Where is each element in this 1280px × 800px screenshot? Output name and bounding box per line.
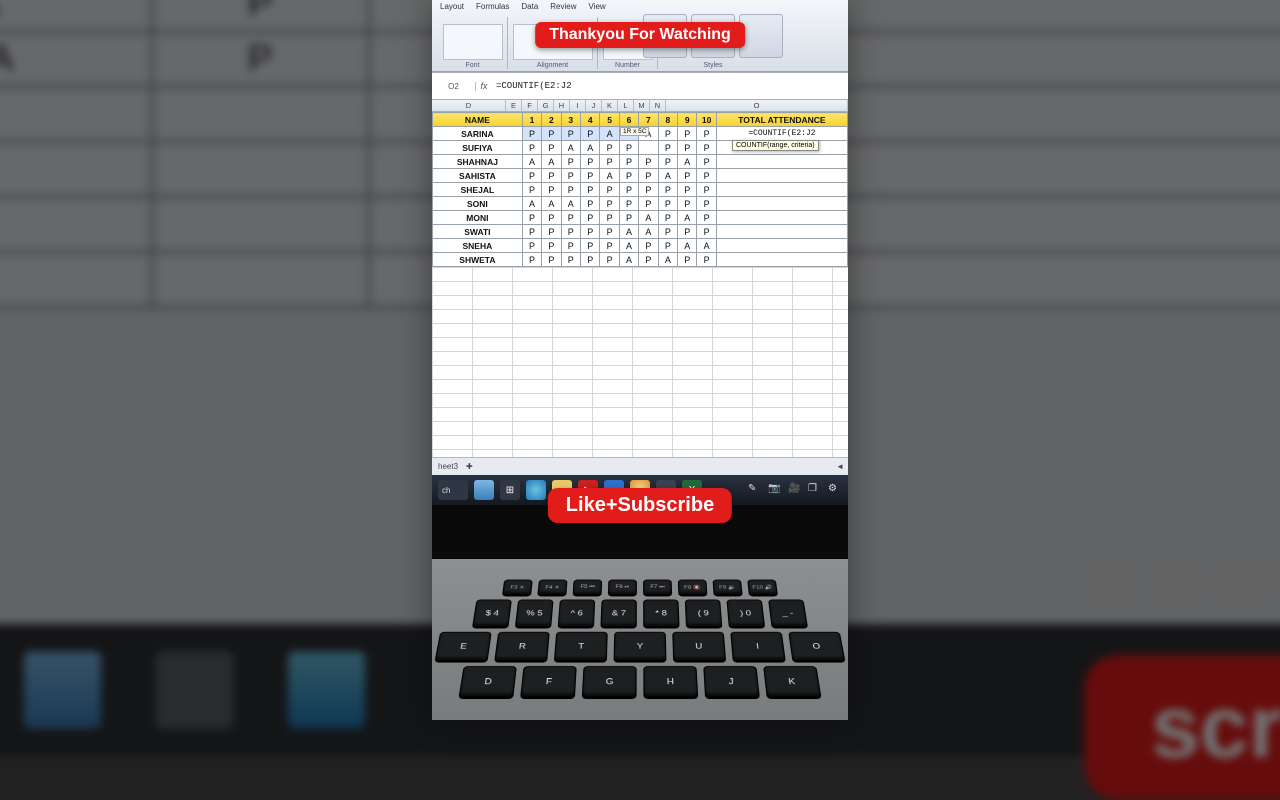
group-font: Font <box>465 62 479 69</box>
group-styles: Styles <box>703 62 722 69</box>
tab-review[interactable]: Review <box>550 2 576 11</box>
fx-icon[interactable]: fx <box>476 81 492 91</box>
empty-grid-area[interactable] <box>432 267 848 457</box>
tray-settings-icon[interactable]: ⚙ <box>828 483 842 497</box>
ribbon-tabs[interactable]: Layout Formulas Data Review View <box>440 2 606 11</box>
laptop-keyboard: F3 ☀F4 ☀F5 ⏮F6 ⏯F7 ⏭F8 🔇F9 🔉F10 🔊 $ 4% 5… <box>432 559 848 720</box>
tab-formulas[interactable]: Formulas <box>476 2 509 11</box>
tray-camera-icon[interactable]: 📷 <box>768 483 782 497</box>
header-row: NAME 1 2 3 4 5 6 7 8 9 10 TOTAL ATTENDAN… <box>433 113 848 127</box>
function-tooltip: COUNTIF(range, criteria) <box>732 140 819 151</box>
taskbar-tray[interactable]: ✎ 📷 🎥 ❐ ⚙ <box>748 483 842 497</box>
table-row[interactable]: SHEJAL PPPPPPPPPP <box>433 183 848 197</box>
table-row[interactable]: SHAHNAJ AAPPPPPPAP <box>433 155 848 169</box>
tray-windows-icon[interactable]: ❐ <box>808 483 822 497</box>
name-box[interactable]: O2 <box>432 82 476 91</box>
group-alignment: Alignment <box>537 62 568 69</box>
hscroll-left[interactable]: ◄ <box>836 462 844 471</box>
taskbar-edge-icon[interactable] <box>526 480 546 500</box>
bg-cta-partial: scribe <box>1085 655 1280 800</box>
tray-pen-icon[interactable]: ✎ <box>748 483 762 497</box>
tray-video-icon[interactable]: 🎥 <box>788 483 802 497</box>
formula-cell[interactable]: =COUNTIF(E2:J2 <box>716 127 847 141</box>
table-row[interactable]: SAHISTA PPPPAPPAPP <box>433 169 848 183</box>
column-headers[interactable]: D E F G H I J K L M N O <box>432 100 848 112</box>
tab-view[interactable]: View <box>589 2 606 11</box>
table-row[interactable]: SHWETA PPPPPAPAPP <box>433 253 848 267</box>
formula-bar[interactable]: O2 fx =COUNTIF(E2:J2 <box>432 72 848 100</box>
center-column: Layout Formulas Data Review View Font Al… <box>432 0 848 720</box>
cell-styles-button[interactable] <box>739 14 783 58</box>
sheet-tab-bar[interactable]: heet3 ✚ ◄ <box>432 457 848 475</box>
taskbar-taskview-icon[interactable]: ⊞ <box>500 480 520 500</box>
table-row[interactable]: SONI AAAPPPPPPP <box>433 197 848 211</box>
tab-data[interactable]: Data <box>521 2 538 11</box>
taskbar-search[interactable]: ch <box>438 480 468 500</box>
tab-layout[interactable]: Layout <box>440 2 464 11</box>
banner-thankyou: Thankyou For Watching <box>535 22 745 48</box>
taskbar-weather-icon[interactable] <box>474 480 494 500</box>
selection-size-hint: 1R x 5C <box>620 127 649 136</box>
worksheet-grid[interactable]: NAME 1 2 3 4 5 6 7 8 9 10 TOTAL ATTENDAN… <box>432 112 848 457</box>
sheet-tab-sheet3[interactable]: heet3 <box>438 462 458 471</box>
formula-input[interactable]: =COUNTIF(E2:J2 <box>492 81 848 91</box>
bg-tray-icons <box>1084 562 1280 602</box>
new-sheet-icon[interactable]: ✚ <box>466 462 473 471</box>
table-row[interactable]: SNEHA PPPPPAPPAA <box>433 239 848 253</box>
group-number: Number <box>615 62 640 69</box>
table-row[interactable]: MONI PPPPPPAPAP <box>433 211 848 225</box>
banner-like-subscribe: Like+Subscribe <box>548 488 732 523</box>
table-row[interactable]: SWATI PPPPPAAPPP <box>433 225 848 239</box>
